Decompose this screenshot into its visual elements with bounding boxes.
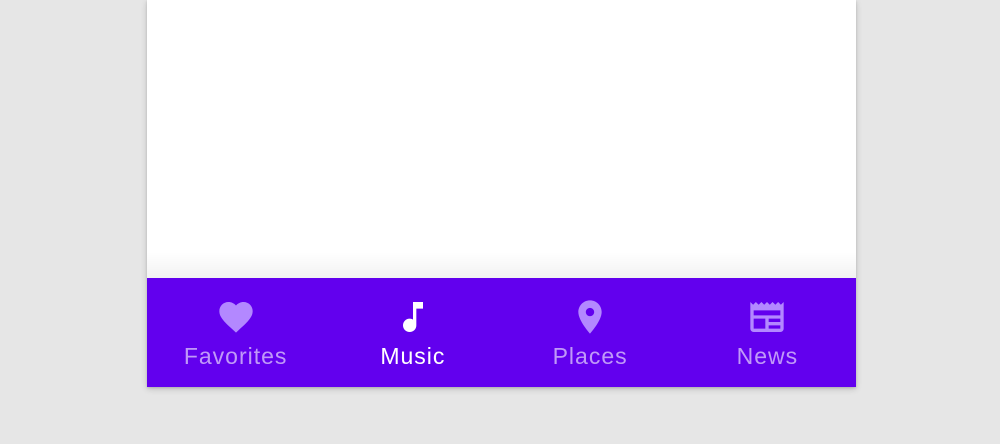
music-note-icon — [393, 297, 433, 337]
location-pin-icon — [570, 297, 610, 337]
nav-label-places: Places — [552, 343, 628, 369]
nav-label-favorites: Favorites — [183, 343, 288, 369]
app-stage: Favorites Music Places News — [0, 0, 1000, 444]
main-content-area — [147, 0, 856, 278]
heart-icon — [216, 297, 256, 337]
nav-item-news[interactable]: News — [679, 278, 856, 387]
content-shadow — [147, 252, 856, 278]
nav-item-places[interactable]: Places — [502, 278, 679, 387]
nav-label-music: Music — [380, 343, 446, 369]
app-screen: Favorites Music Places News — [147, 0, 856, 387]
nav-item-music[interactable]: Music — [324, 278, 501, 387]
nav-item-favorites[interactable]: Favorites — [147, 278, 324, 387]
newspaper-icon — [747, 297, 787, 337]
bottom-navigation-bar: Favorites Music Places News — [147, 278, 856, 387]
nav-label-news: News — [736, 343, 799, 369]
